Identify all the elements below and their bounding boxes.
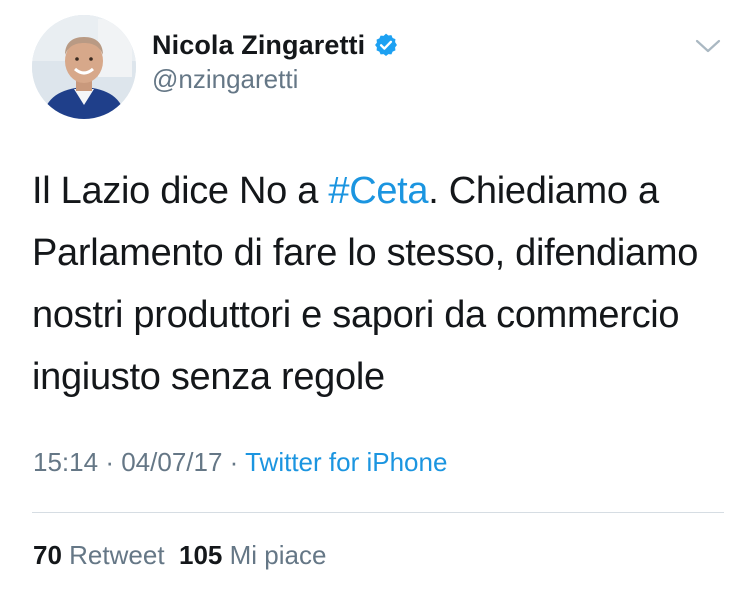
chevron-down-icon[interactable] bbox=[694, 36, 722, 56]
author-name-row: Nicola Zingaretti bbox=[152, 28, 399, 62]
avatar[interactable] bbox=[32, 15, 136, 119]
divider bbox=[32, 512, 724, 513]
display-name[interactable]: Nicola Zingaretti bbox=[152, 30, 365, 61]
hashtag-link[interactable]: #Ceta bbox=[328, 170, 428, 212]
retweets-count: 70 bbox=[33, 540, 62, 570]
handle[interactable]: @nzingaretti bbox=[152, 64, 298, 95]
verified-badge-icon bbox=[375, 33, 398, 56]
tweet-stats: 70 Retweet 105 Mi piace bbox=[33, 540, 326, 571]
tweet-source-link[interactable]: Twitter for iPhone bbox=[245, 447, 447, 477]
retweets-label: Retweet bbox=[69, 540, 165, 570]
meta-separator-2: · bbox=[229, 447, 239, 477]
meta-separator: · bbox=[105, 447, 114, 477]
profile-photo-icon bbox=[32, 15, 136, 119]
likes-count: 105 bbox=[179, 540, 223, 570]
tweet-time: 15:14 bbox=[33, 447, 99, 477]
tweet-meta: 15:14 · 04/07/17 · Twitter for iPhone bbox=[33, 447, 447, 478]
tweet-card: Nicola Zingaretti @nzingaretti Il Lazio … bbox=[0, 0, 750, 597]
tweet-text: Il Lazio dice No a #Ceta. Chiediamo a Pa… bbox=[32, 160, 722, 408]
retweets-stat[interactable]: 70 Retweet bbox=[33, 540, 165, 570]
likes-stat[interactable]: 105 Mi piace bbox=[179, 540, 326, 570]
tweet-text-start: Il Lazio dice No a bbox=[32, 170, 329, 212]
likes-label: Mi piace bbox=[229, 540, 327, 570]
tweet-date: 04/07/17 bbox=[121, 447, 223, 477]
